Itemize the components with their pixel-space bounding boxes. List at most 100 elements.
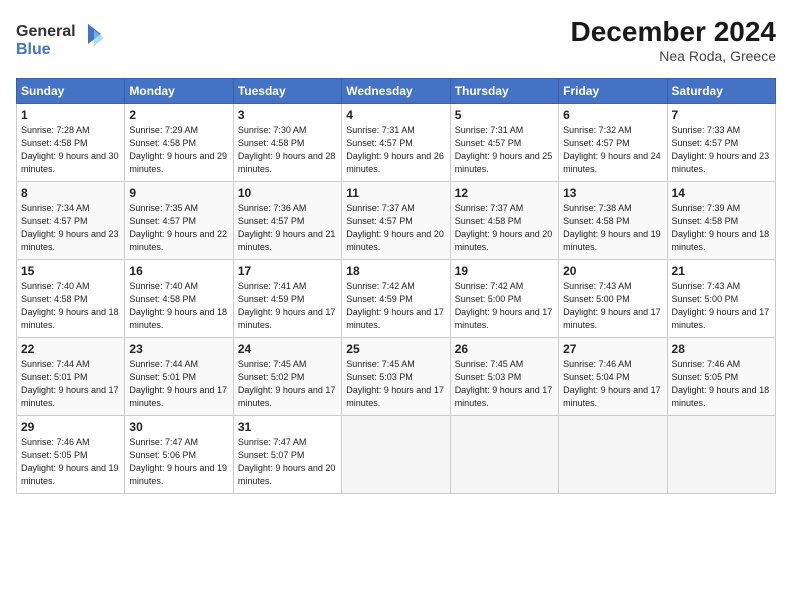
- logo-svg: General Blue: [16, 16, 106, 61]
- day-number: 16: [129, 264, 228, 278]
- calendar-cell: 5 Sunrise: 7:31 AMSunset: 4:57 PMDaylight…: [450, 104, 558, 182]
- calendar-cell: 18Sunrise: 7:42 AMSunset: 4:59 PMDayligh…: [342, 260, 450, 338]
- day-number: 13: [563, 186, 662, 200]
- day-info: Sunrise: 7:43 AMSunset: 5:00 PMDaylight:…: [672, 281, 770, 330]
- calendar-cell: [450, 416, 558, 494]
- day-number: 25: [346, 342, 445, 356]
- day-info: Sunrise: 7:45 AMSunset: 5:03 PMDaylight:…: [346, 359, 444, 408]
- col-header-saturday: Saturday: [667, 79, 775, 104]
- day-info: Sunrise: 7:37 AMSunset: 4:57 PMDaylight:…: [346, 203, 444, 252]
- day-number: 12: [455, 186, 554, 200]
- day-info: Sunrise: 7:33 AMSunset: 4:57 PMDaylight:…: [672, 125, 770, 174]
- day-info: Sunrise: 7:46 AMSunset: 5:05 PMDaylight:…: [672, 359, 770, 408]
- month-title: December 2024: [571, 16, 776, 48]
- day-number: 31: [238, 420, 337, 434]
- header: General Blue December 2024 Nea Roda, Gre…: [16, 16, 776, 66]
- calendar-cell: 20 Sunrise: 7:43 AMSunset: 5:00 PMDayligh…: [559, 260, 667, 338]
- day-info: Sunrise: 7:31 AMSunset: 4:57 PMDaylight:…: [455, 125, 553, 174]
- day-info: Sunrise: 7:45 AMSunset: 5:03 PMDaylight:…: [455, 359, 553, 408]
- week-row-1: 1 Sunrise: 7:28 AMSunset: 4:58 PMDaylight…: [17, 104, 776, 182]
- calendar-cell: 4 Sunrise: 7:31 AMSunset: 4:57 PMDaylight…: [342, 104, 450, 182]
- day-number: 6: [563, 108, 662, 122]
- calendar-cell: 16 Sunrise: 7:40 AMSunset: 4:58 PMDayligh…: [125, 260, 233, 338]
- day-info: Sunrise: 7:28 AMSunset: 4:58 PMDaylight:…: [21, 125, 119, 174]
- day-info: Sunrise: 7:44 AMSunset: 5:01 PMDaylight:…: [21, 359, 119, 408]
- day-number: 20: [563, 264, 662, 278]
- day-number: 5: [455, 108, 554, 122]
- calendar-cell: 8Sunrise: 7:34 AMSunset: 4:57 PMDaylight…: [17, 182, 125, 260]
- day-info: Sunrise: 7:47 AMSunset: 5:07 PMDaylight:…: [238, 437, 336, 486]
- calendar-cell: 26Sunrise: 7:45 AMSunset: 5:03 PMDayligh…: [450, 338, 558, 416]
- calendar-cell: 13Sunrise: 7:38 AMSunset: 4:58 PMDayligh…: [559, 182, 667, 260]
- day-info: Sunrise: 7:39 AMSunset: 4:58 PMDaylight:…: [672, 203, 770, 252]
- calendar-cell: 27 Sunrise: 7:46 AMSunset: 5:04 PMDayligh…: [559, 338, 667, 416]
- day-info: Sunrise: 7:35 AMSunset: 4:57 PMDaylight:…: [129, 203, 227, 252]
- calendar-cell: 29 Sunrise: 7:46 AMSunset: 5:05 PMDayligh…: [17, 416, 125, 494]
- calendar-cell: 17 Sunrise: 7:41 AMSunset: 4:59 PMDayligh…: [233, 260, 341, 338]
- day-info: Sunrise: 7:43 AMSunset: 5:00 PMDaylight:…: [563, 281, 661, 330]
- calendar-cell: 10 Sunrise: 7:36 AMSunset: 4:57 PMDayligh…: [233, 182, 341, 260]
- day-info: Sunrise: 7:40 AMSunset: 4:58 PMDaylight:…: [129, 281, 227, 330]
- day-info: Sunrise: 7:30 AMSunset: 4:58 PMDaylight:…: [238, 125, 336, 174]
- day-number: 22: [21, 342, 120, 356]
- calendar-cell: 25 Sunrise: 7:45 AMSunset: 5:03 PMDayligh…: [342, 338, 450, 416]
- calendar-cell: 7 Sunrise: 7:33 AMSunset: 4:57 PMDaylight…: [667, 104, 775, 182]
- day-info: Sunrise: 7:34 AMSunset: 4:57 PMDaylight:…: [21, 203, 119, 252]
- day-number: 17: [238, 264, 337, 278]
- day-number: 30: [129, 420, 228, 434]
- col-header-tuesday: Tuesday: [233, 79, 341, 104]
- col-header-wednesday: Wednesday: [342, 79, 450, 104]
- col-header-friday: Friday: [559, 79, 667, 104]
- week-row-3: 15 Sunrise: 7:40 AMSunset: 4:58 PMDayligh…: [17, 260, 776, 338]
- day-number: 14: [672, 186, 771, 200]
- week-row-5: 29 Sunrise: 7:46 AMSunset: 5:05 PMDayligh…: [17, 416, 776, 494]
- calendar-cell: [559, 416, 667, 494]
- calendar-cell: 19Sunrise: 7:42 AMSunset: 5:00 PMDayligh…: [450, 260, 558, 338]
- calendar-cell: 3 Sunrise: 7:30 AMSunset: 4:58 PMDaylight…: [233, 104, 341, 182]
- calendar-cell: [667, 416, 775, 494]
- calendar-cell: 12 Sunrise: 7:37 AMSunset: 4:58 PMDayligh…: [450, 182, 558, 260]
- location: Nea Roda, Greece: [571, 48, 776, 64]
- day-number: 15: [21, 264, 120, 278]
- day-number: 10: [238, 186, 337, 200]
- svg-text:General: General: [16, 23, 76, 40]
- day-info: Sunrise: 7:45 AMSunset: 5:02 PMDaylight:…: [238, 359, 336, 408]
- col-header-thursday: Thursday: [450, 79, 558, 104]
- day-number: 27: [563, 342, 662, 356]
- calendar-cell: 24 Sunrise: 7:45 AMSunset: 5:02 PMDayligh…: [233, 338, 341, 416]
- day-number: 2: [129, 108, 228, 122]
- calendar-cell: 15Sunrise: 7:40 AMSunset: 4:58 PMDayligh…: [17, 260, 125, 338]
- calendar-cell: 14 Sunrise: 7:39 AMSunset: 4:58 PMDayligh…: [667, 182, 775, 260]
- logo: General Blue: [16, 16, 106, 66]
- day-info: Sunrise: 7:46 AMSunset: 5:05 PMDaylight:…: [21, 437, 119, 486]
- day-number: 24: [238, 342, 337, 356]
- day-info: Sunrise: 7:29 AMSunset: 4:58 PMDaylight:…: [129, 125, 227, 174]
- day-number: 29: [21, 420, 120, 434]
- header-row: SundayMondayTuesdayWednesdayThursdayFrid…: [17, 79, 776, 104]
- day-info: Sunrise: 7:47 AMSunset: 5:06 PMDaylight:…: [129, 437, 227, 486]
- calendar-cell: 21Sunrise: 7:43 AMSunset: 5:00 PMDayligh…: [667, 260, 775, 338]
- calendar-cell: 30 Sunrise: 7:47 AMSunset: 5:06 PMDayligh…: [125, 416, 233, 494]
- col-header-sunday: Sunday: [17, 79, 125, 104]
- day-number: 3: [238, 108, 337, 122]
- col-header-monday: Monday: [125, 79, 233, 104]
- day-number: 4: [346, 108, 445, 122]
- day-number: 11: [346, 186, 445, 200]
- svg-text:Blue: Blue: [16, 41, 51, 58]
- day-info: Sunrise: 7:37 AMSunset: 4:58 PMDaylight:…: [455, 203, 553, 252]
- day-info: Sunrise: 7:46 AMSunset: 5:04 PMDaylight:…: [563, 359, 661, 408]
- week-row-2: 8Sunrise: 7:34 AMSunset: 4:57 PMDaylight…: [17, 182, 776, 260]
- day-number: 7: [672, 108, 771, 122]
- week-row-4: 22 Sunrise: 7:44 AMSunset: 5:01 PMDayligh…: [17, 338, 776, 416]
- day-info: Sunrise: 7:42 AMSunset: 4:59 PMDaylight:…: [346, 281, 444, 330]
- calendar-cell: 1 Sunrise: 7:28 AMSunset: 4:58 PMDaylight…: [17, 104, 125, 182]
- page-container: General Blue December 2024 Nea Roda, Gre…: [0, 0, 792, 502]
- calendar-cell: 2 Sunrise: 7:29 AMSunset: 4:58 PMDaylight…: [125, 104, 233, 182]
- day-info: Sunrise: 7:44 AMSunset: 5:01 PMDaylight:…: [129, 359, 227, 408]
- day-info: Sunrise: 7:31 AMSunset: 4:57 PMDaylight:…: [346, 125, 444, 174]
- calendar-cell: 22 Sunrise: 7:44 AMSunset: 5:01 PMDayligh…: [17, 338, 125, 416]
- day-info: Sunrise: 7:36 AMSunset: 4:57 PMDaylight:…: [238, 203, 336, 252]
- day-info: Sunrise: 7:42 AMSunset: 5:00 PMDaylight:…: [455, 281, 553, 330]
- day-number: 1: [21, 108, 120, 122]
- day-info: Sunrise: 7:41 AMSunset: 4:59 PMDaylight:…: [238, 281, 336, 330]
